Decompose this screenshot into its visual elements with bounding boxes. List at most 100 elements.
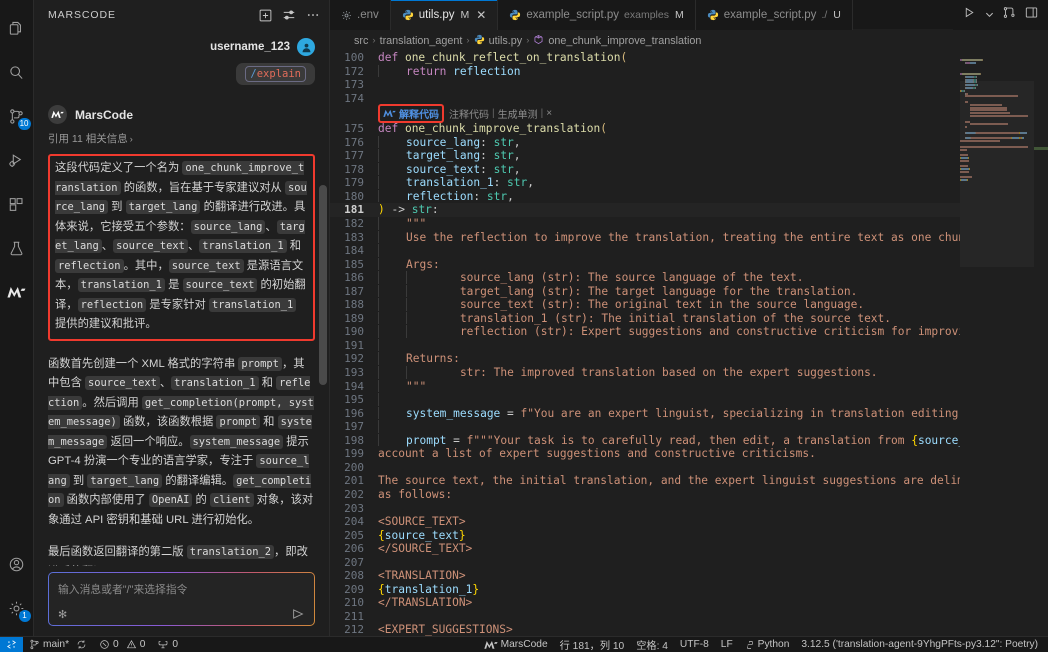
code-line[interactable]: 191 — [330, 338, 1048, 353]
status-eol[interactable]: LF — [715, 637, 739, 652]
editor-tab-utils-py[interactable]: utils.py M ✕ — [390, 0, 499, 30]
code-line[interactable]: 173 — [330, 78, 1048, 92]
chevron-down-icon[interactable] — [985, 6, 994, 24]
code-line[interactable]: 202 as follows: — [330, 488, 1048, 502]
code-line[interactable]: 178 source_text: str, — [330, 162, 1048, 177]
code-line[interactable]: 172 return reflection — [330, 64, 1048, 79]
code-line[interactable]: 209 {translation_1} — [330, 583, 1048, 597]
code-line[interactable]: 184 — [330, 244, 1048, 258]
code-editor[interactable]: 100 def one_chunk_reflect_on_translation(… — [330, 51, 1048, 636]
code-line[interactable]: 180 reflection: str, — [330, 189, 1048, 204]
sync-icon[interactable] — [76, 639, 87, 650]
codelens-highlight-box: 解释代码 — [378, 104, 444, 124]
code-line[interactable]: 199 account a list of expert suggestions … — [330, 447, 1048, 461]
chat-input-box[interactable]: 输入消息或者"/"来选择指令 ✻ — [48, 572, 315, 626]
code-line[interactable]: 197 — [330, 420, 1048, 434]
breadcrumb-item-symbol[interactable]: one_chunk_improve_translation — [533, 34, 701, 48]
code-line[interactable]: 200 — [330, 461, 1048, 475]
code-line[interactable]: 174 — [330, 92, 1048, 106]
marscode-icon[interactable] — [0, 270, 34, 314]
code-line[interactable]: 206 </SOURCE_TEXT> — [330, 542, 1048, 556]
code-line[interactable]: 192 Returns: — [330, 352, 1048, 366]
status-cursor-position[interactable]: 行 181，列 10 — [554, 637, 631, 652]
chat-references-link[interactable]: 引用 11 相关信息 › — [48, 131, 315, 146]
code-line[interactable]: 179 translation_1: str, — [330, 176, 1048, 190]
status-encoding[interactable]: UTF-8 — [674, 637, 715, 652]
split-editor-icon[interactable] — [1003, 6, 1016, 24]
toggle-panel-icon[interactable] — [1025, 6, 1038, 24]
testing-icon[interactable] — [0, 226, 34, 270]
chat-scroll-region[interactable]: username_123 /explain MarsCode 引用 11 相关信… — [34, 30, 329, 566]
accounts-icon[interactable] — [0, 542, 34, 586]
sparkle-icon[interactable]: ✻ — [58, 608, 67, 621]
status-problems[interactable]: 0 0 — [93, 637, 151, 652]
code-line[interactable]: 194 """ — [330, 379, 1048, 394]
search-icon[interactable] — [0, 50, 34, 94]
code-line[interactable]: 189 translation_1 (str): The initial tra… — [330, 311, 1048, 326]
chat-scrollbar[interactable] — [319, 185, 327, 385]
settings-sliders-icon[interactable] — [279, 5, 299, 25]
editor-scrollbar[interactable] — [1034, 51, 1048, 636]
code-line[interactable]: 205 {source_text} — [330, 529, 1048, 543]
editor-tab-example-script-py[interactable]: example_script.py ./ U — [695, 0, 853, 30]
source-control-icon[interactable]: 10 — [0, 94, 34, 138]
code-line[interactable]: 186 source_lang (str): The source langua… — [330, 271, 1048, 285]
codelens-explain-code-button[interactable]: 解释代码 — [383, 106, 439, 121]
code-line[interactable]: 195 — [330, 393, 1048, 407]
status-interpreter[interactable]: 3.12.5 ('translation-agent-9YhgPFts-py3.… — [795, 637, 1048, 652]
status-indentation[interactable]: 空格: 4 — [630, 637, 674, 652]
line-number: 196 — [344, 406, 364, 420]
explorer-icon[interactable] — [0, 6, 34, 50]
code-line[interactable]: 190 reflection (str): Expert suggestions… — [330, 325, 1048, 339]
send-icon[interactable] — [291, 607, 305, 621]
code-line[interactable]: 212 <EXPERT_SUGGESTIONS> — [330, 623, 1048, 636]
run-play-icon[interactable] — [963, 6, 976, 24]
settings-gear-icon[interactable]: 1 — [0, 586, 34, 630]
line-number: 198 — [344, 433, 364, 447]
code-line[interactable]: 185 Args: — [330, 257, 1048, 272]
more-actions-icon[interactable] — [303, 5, 323, 25]
remote-window-icon[interactable] — [0, 636, 23, 652]
symbol-method-icon — [533, 34, 544, 48]
code-line[interactable]: 193 str: The improved translation based … — [330, 366, 1048, 380]
code-line[interactable]: 177 target_lang: str, — [330, 149, 1048, 163]
code-line[interactable]: 210 </TRANSLATION> — [330, 596, 1048, 610]
breadcrumb-label: translation_agent — [379, 34, 463, 47]
minimap[interactable] — [960, 51, 1034, 636]
status-marscode[interactable]: MarsCode — [478, 637, 554, 652]
extensions-icon[interactable] — [0, 182, 34, 226]
code-line[interactable]: 203 — [330, 502, 1048, 516]
breadcrumb-item-translation-agent[interactable]: translation_agent — [380, 35, 463, 47]
code-line[interactable]: 198 prompt = f"""Your task is to carefull… — [330, 433, 1048, 448]
code-line[interactable]: 187 target_lang (str): The target langua… — [330, 284, 1048, 299]
indent-guide — [378, 257, 379, 271]
code-line[interactable]: 188 source_text (str): The original text… — [330, 298, 1048, 312]
indent-guide — [378, 217, 379, 230]
status-ports[interactable]: 0 — [151, 637, 184, 652]
code-line[interactable]: 100 def one_chunk_reflect_on_translation( — [330, 51, 1048, 65]
code-line[interactable]: 176 source_lang: str, — [330, 135, 1048, 150]
codelens-comment-code-button[interactable]: 注释代码 — [449, 106, 489, 121]
codelens-generate-test-button[interactable]: 生成单测 — [498, 106, 538, 121]
code-line[interactable]: 204 <SOURCE_TEXT> — [330, 515, 1048, 529]
status-language-mode[interactable]: Python — [739, 637, 796, 652]
code-line[interactable]: 211 — [330, 610, 1048, 624]
new-chat-icon[interactable] — [255, 5, 275, 25]
editor-tab-example-script-py[interactable]: example_script.py examples M — [498, 0, 696, 30]
breadcrumb-item-utils-py[interactable]: utils.py — [474, 34, 522, 48]
code-line[interactable]: 181) -> str: — [330, 203, 1048, 218]
code-line[interactable]: 175 def one_chunk_improve_translation( — [330, 122, 1048, 136]
close-icon[interactable]: ✕ — [476, 8, 486, 22]
status-branch[interactable]: main* — [23, 637, 93, 652]
code-line[interactable]: 208 <TRANSLATION> — [330, 569, 1048, 583]
code-line[interactable]: 201 The source text, the initial translat… — [330, 474, 1048, 488]
code-line[interactable]: 196 system_message = f"You are an expert … — [330, 406, 1048, 421]
minimap-slider[interactable] — [960, 81, 1034, 267]
codelens-close-button[interactable]: × — [546, 108, 552, 119]
code-line[interactable]: 183 Use the reflection to improve the tra… — [330, 230, 1048, 245]
code-line[interactable]: 182 """ — [330, 217, 1048, 231]
code-line[interactable]: 207 — [330, 556, 1048, 570]
run-debug-icon[interactable] — [0, 138, 34, 182]
editor-tab--env[interactable]: .env — [330, 0, 391, 30]
breadcrumb-item-src[interactable]: src — [354, 35, 368, 47]
